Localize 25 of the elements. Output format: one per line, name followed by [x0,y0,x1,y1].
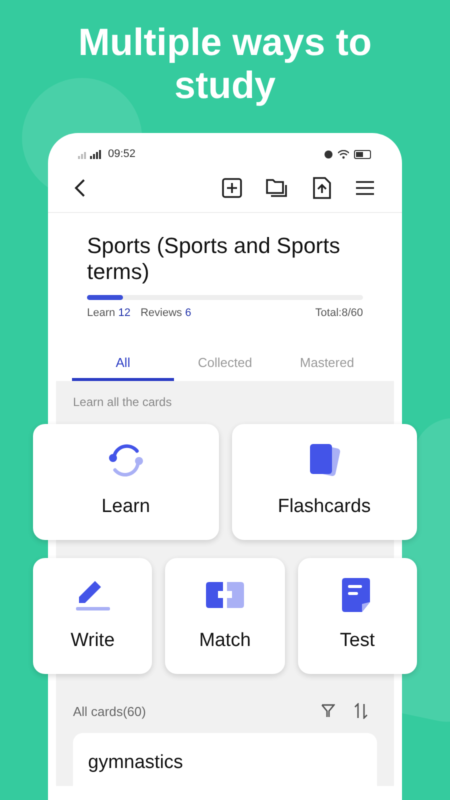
total-stat: Total:8/60 [315,306,363,321]
sort-icon[interactable] [353,703,369,720]
study-mode-button[interactable]: Match [165,558,285,674]
filter-icon[interactable] [321,704,335,718]
cards-header: All cards(60) [73,702,146,721]
learn-stat: Learn 12 [87,306,130,321]
add-icon[interactable] [222,178,242,198]
study-mode-button[interactable]: Test [298,558,417,674]
document-icon [342,578,372,612]
battery-icon [354,150,372,158]
study-mode-button[interactable]: Flashcards [232,424,417,540]
reviews-stat: Reviews 6 [140,306,192,321]
section-hint: Learn all the cards [72,394,173,410]
wifi-icon [338,150,349,158]
status-time: 09:52 [108,146,136,162]
folders-icon[interactable] [266,178,288,198]
match-icon [206,582,244,608]
headline: Multiple ways to study [77,21,373,108]
back-icon[interactable] [74,178,86,198]
study-mode-button[interactable]: Learn [33,424,218,540]
deck-title: Sports (Sports and Sports terms) [87,233,342,285]
menu-icon[interactable] [356,180,374,196]
signal-icon [78,150,104,158]
upload-icon[interactable] [312,176,332,198]
study-mode-button[interactable]: Write [33,558,152,674]
